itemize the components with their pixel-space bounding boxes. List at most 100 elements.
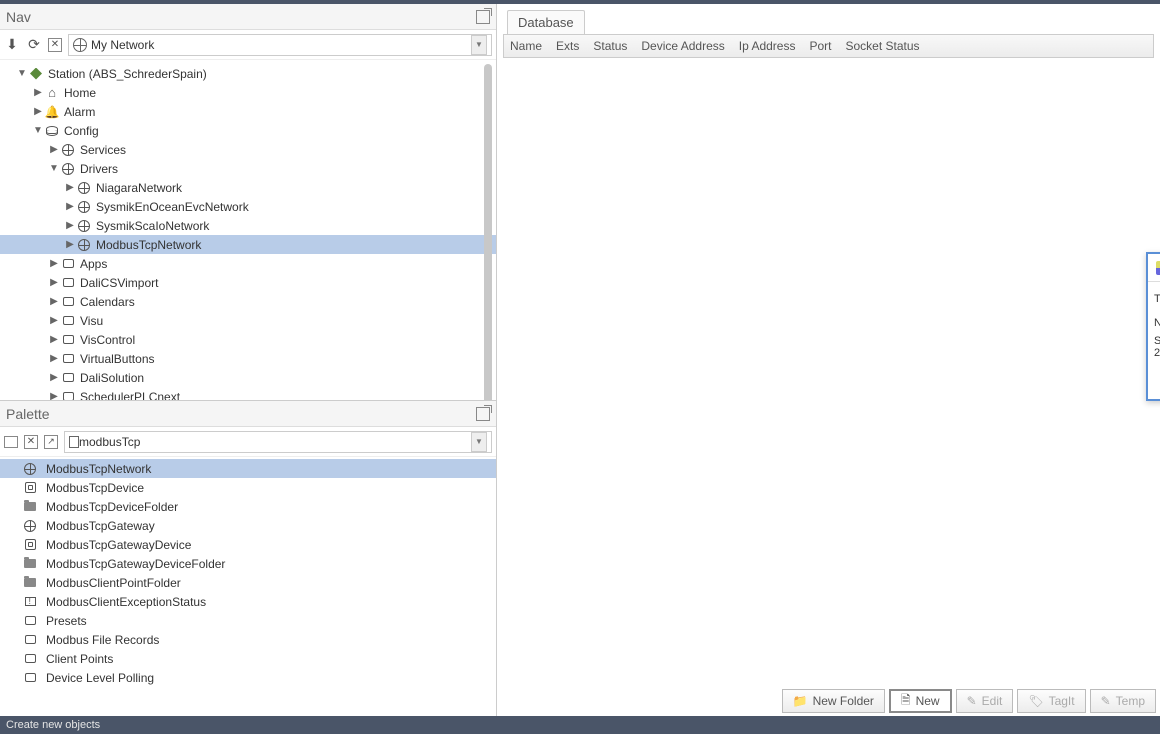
new-button[interactable]: 🗎New — [889, 689, 952, 713]
chevron-right-icon[interactable]: ▶ — [48, 391, 60, 400]
chevron-right-icon[interactable]: ▶ — [48, 258, 60, 269]
folder-icon[interactable] — [4, 436, 18, 448]
box-icon — [60, 332, 76, 348]
palette-row[interactable]: ▶ModbusTcpDeviceFolder — [0, 497, 496, 516]
palette-select[interactable]: modbusTcp ▼ — [64, 431, 492, 453]
chevron-down-icon[interactable]: ▼ — [48, 163, 60, 174]
tree-row[interactable]: ▼Config — [0, 121, 496, 140]
temp-button[interactable]: ✎Temp — [1090, 689, 1156, 713]
box-icon — [22, 632, 38, 648]
chevron-right-icon[interactable]: ▶ — [48, 315, 60, 326]
popout-icon[interactable] — [476, 407, 490, 421]
chevron-right-icon[interactable]: ▶ — [32, 87, 44, 98]
tree-label: SysmikEnOceanEvcNetwork — [96, 200, 249, 214]
palette-label: ModbusTcpGatewayDeviceFolder — [46, 557, 225, 571]
close-box-icon[interactable]: ✕ — [48, 38, 62, 52]
column-header[interactable]: Exts — [556, 39, 579, 53]
palette-row[interactable]: ▶ModbusTcpGatewayDevice — [0, 535, 496, 554]
tree-row[interactable]: ▶NiagaraNetwork — [0, 178, 496, 197]
column-header[interactable]: Device Address — [641, 39, 724, 53]
palette-label: ModbusTcpDevice — [46, 481, 144, 495]
palette-row[interactable]: ▶ModbusClientPointFolder — [0, 573, 496, 592]
pencil-icon: ✎ — [1101, 694, 1111, 708]
refresh-icon[interactable]: ⟳ — [26, 37, 42, 53]
chevron-right-icon[interactable]: ▶ — [64, 182, 76, 193]
tree-row[interactable]: ▶Calendars — [0, 292, 496, 311]
tree-label: VirtualButtons — [80, 352, 155, 366]
tree-label: Drivers — [80, 162, 118, 176]
tree-row[interactable]: ▶Apps — [0, 254, 496, 273]
table-header[interactable]: Name Exts Status Device Address Ip Address Po… — [503, 34, 1154, 58]
chevron-right-icon[interactable]: ▶ — [48, 296, 60, 307]
globe-icon — [76, 180, 92, 196]
popout-icon[interactable] — [476, 10, 490, 24]
export-icon[interactable]: ↗ — [44, 435, 58, 449]
chevron-down-icon[interactable]: ▼ — [471, 432, 487, 452]
tree-row[interactable]: ▶Services — [0, 140, 496, 159]
box-icon — [22, 613, 38, 629]
chevron-down-icon[interactable]: ▼ — [16, 68, 28, 79]
tree-row[interactable]: ▶🔔Alarm — [0, 102, 496, 121]
nav-panel: Nav ⬇ ⟳ ✕ My Network ▼ ▼Station (ABS_Sch… — [0, 4, 496, 401]
folder-icon — [22, 556, 38, 572]
tree-row[interactable]: ▼Station (ABS_SchrederSpain) — [0, 64, 496, 83]
scrollbar[interactable] — [484, 64, 492, 400]
globe-icon — [76, 199, 92, 215]
tree-row[interactable]: ▼ Drivers — [0, 159, 496, 178]
chevron-right-icon[interactable]: ▶ — [64, 220, 76, 231]
palette-label: ModbusTcpNetwork — [46, 462, 151, 476]
palette-list[interactable]: ▶ModbusTcpNetwork▶ModbusTcpDevice▶Modbus… — [0, 457, 496, 716]
palette-label: ModbusClientExceptionStatus — [46, 595, 206, 609]
column-header[interactable]: Port — [809, 39, 831, 53]
palette-row[interactable]: ▶ModbusTcpNetwork — [0, 459, 496, 478]
tree-row[interactable]: ▶⌂Home — [0, 83, 496, 102]
palette-row[interactable]: ▶ModbusTcpGatewayDeviceFolder — [0, 554, 496, 573]
palette-row[interactable]: ▶Presets — [0, 611, 496, 630]
chevron-down-icon[interactable]: ▼ — [32, 125, 44, 136]
device-icon — [22, 537, 38, 553]
palette-row[interactable]: ▶ModbusTcpGateway — [0, 516, 496, 535]
edit-button[interactable]: ✎Edit — [956, 689, 1014, 713]
tree-row[interactable]: ▶ SysmikEnOceanEvcNetwork — [0, 197, 496, 216]
palette-label: Client Points — [46, 652, 113, 666]
palette-row[interactable]: ▶Client Points — [0, 649, 496, 668]
down-arrow-icon[interactable]: ⬇ — [4, 37, 20, 53]
folder-icon: 📁 — [793, 694, 808, 708]
tree-row[interactable]: ▶DaliSolution — [0, 368, 496, 387]
palette-row[interactable]: ▶ModbusTcpDevice — [0, 478, 496, 497]
tab-database[interactable]: Database — [507, 10, 585, 34]
palette-row[interactable]: ▶Device Level Polling — [0, 668, 496, 687]
palette-row[interactable]: ▶Modbus File Records — [0, 630, 496, 649]
globe-icon — [60, 161, 76, 177]
tree-row[interactable]: ▶ModbusTcpNetwork — [0, 235, 496, 254]
tree-label: SysmikScaIoNetwork — [96, 219, 209, 233]
number-label: Number to Add — [1154, 317, 1160, 329]
tree-row[interactable]: ▶SchedulerPLCnext — [0, 387, 496, 400]
tree-row[interactable]: ▶VisControl — [0, 330, 496, 349]
chevron-right-icon[interactable]: ▶ — [48, 277, 60, 288]
nav-tree[interactable]: ▼Station (ABS_SchrederSpain)▶⌂Home▶🔔Alar… — [0, 60, 496, 400]
close-box-icon[interactable]: ✕ — [24, 435, 38, 449]
chevron-right-icon[interactable]: ▶ — [48, 372, 60, 383]
column-header[interactable]: Socket Status — [845, 39, 919, 53]
chevron-down-icon[interactable]: ▼ — [471, 35, 487, 55]
chevron-right-icon[interactable]: ▶ — [48, 353, 60, 364]
tree-row[interactable]: ▶ SysmikScaIoNetwork — [0, 216, 496, 235]
table-body[interactable] — [497, 58, 1160, 686]
chevron-right-icon[interactable]: ▶ — [64, 239, 76, 250]
column-header[interactable]: Name — [510, 39, 542, 53]
tree-label: Alarm — [64, 105, 95, 119]
new-folder-button[interactable]: 📁New Folder — [782, 689, 885, 713]
tree-row[interactable]: ▶ VirtualButtons — [0, 349, 496, 368]
tree-row[interactable]: ▶Visu — [0, 311, 496, 330]
column-header[interactable]: Ip Address — [739, 39, 796, 53]
chevron-right-icon[interactable]: ▶ — [64, 201, 76, 212]
chevron-right-icon[interactable]: ▶ — [48, 334, 60, 345]
chevron-right-icon[interactable]: ▶ — [32, 106, 44, 117]
palette-row[interactable]: ▶ModbusClientExceptionStatus — [0, 592, 496, 611]
tree-row[interactable]: ▶DaliCSVimport — [0, 273, 496, 292]
column-header[interactable]: Status — [593, 39, 627, 53]
chevron-right-icon[interactable]: ▶ — [48, 144, 60, 155]
network-select[interactable]: My Network ▼ — [68, 34, 492, 56]
tagit-button[interactable]: 🏷TagIt — [1017, 689, 1085, 713]
